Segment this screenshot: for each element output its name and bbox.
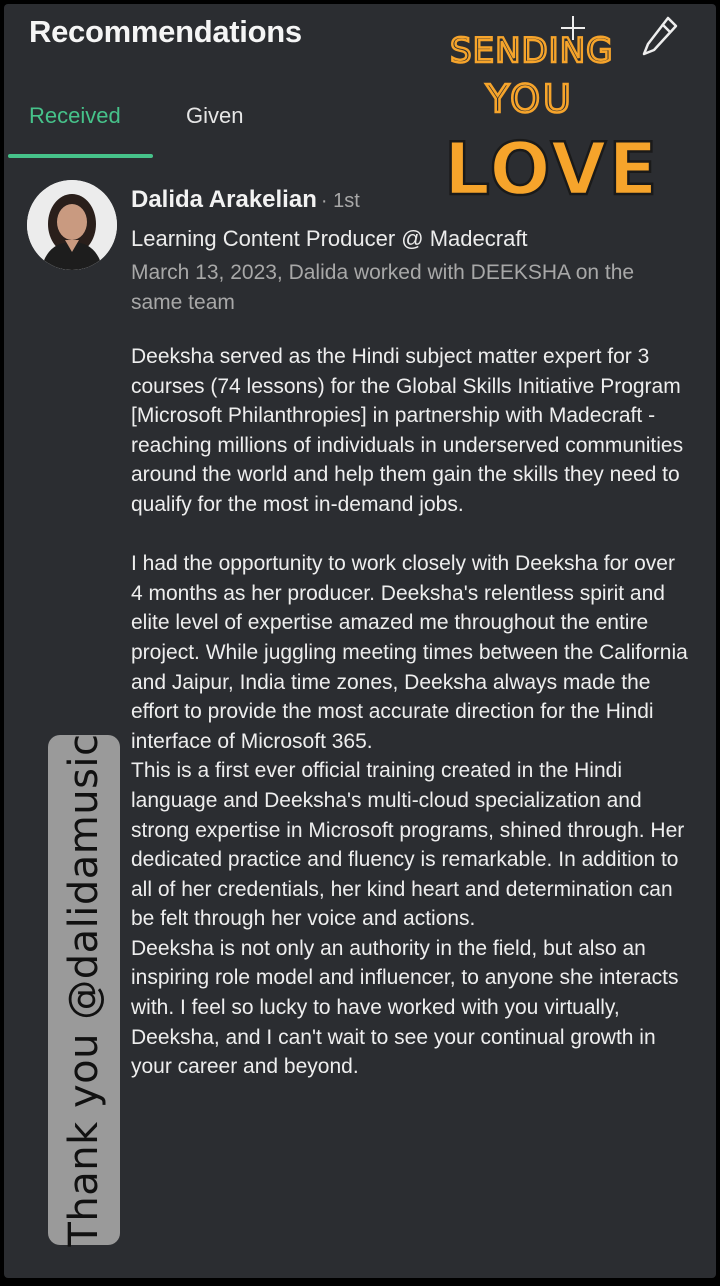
connection-degree: · 1st bbox=[320, 190, 360, 212]
tab-received[interactable]: Received bbox=[29, 103, 121, 129]
profile-photo-icon bbox=[27, 180, 117, 270]
pencil-icon[interactable] bbox=[642, 16, 678, 56]
avatar[interactable] bbox=[27, 180, 117, 270]
sending-you-love-sticker: SENDING YOU LOVE bbox=[443, 16, 678, 202]
tab-given[interactable]: Given bbox=[186, 103, 243, 129]
recommendation-paragraph: Deeksha is not only an authority in the … bbox=[131, 936, 679, 1079]
thank-you-text: Thank you @dalidamusic bbox=[61, 733, 107, 1247]
recommender-row: Dalida Arakelian · 1st bbox=[131, 186, 360, 214]
recommendation-paragraph: Deeksha served as the Hindi subject matt… bbox=[131, 345, 684, 516]
recommendation-paragraph: This is a first ever official training c… bbox=[131, 759, 685, 931]
active-tab-indicator bbox=[8, 154, 153, 158]
recommender-headline: Learning Content Producer @ Madecraft bbox=[131, 226, 528, 251]
page-title: Recommendations bbox=[29, 14, 302, 49]
sticker-line-sending: SENDING bbox=[450, 31, 614, 71]
thank-you-sticker: Thank you @dalidamusic bbox=[48, 733, 120, 1247]
sticker-line-you: YOU bbox=[485, 77, 574, 121]
recommendation-meta: March 13, 2023, Dalida worked with DEEKS… bbox=[131, 261, 635, 314]
recommendation-text: Deeksha served as the Hindi subject matt… bbox=[131, 342, 691, 1082]
sticker-line-love: LOVE bbox=[444, 127, 660, 202]
recommender-name[interactable]: Dalida Arakelian bbox=[131, 186, 317, 213]
recommendation-paragraph: I had the opportunity to work closely wi… bbox=[131, 552, 688, 753]
